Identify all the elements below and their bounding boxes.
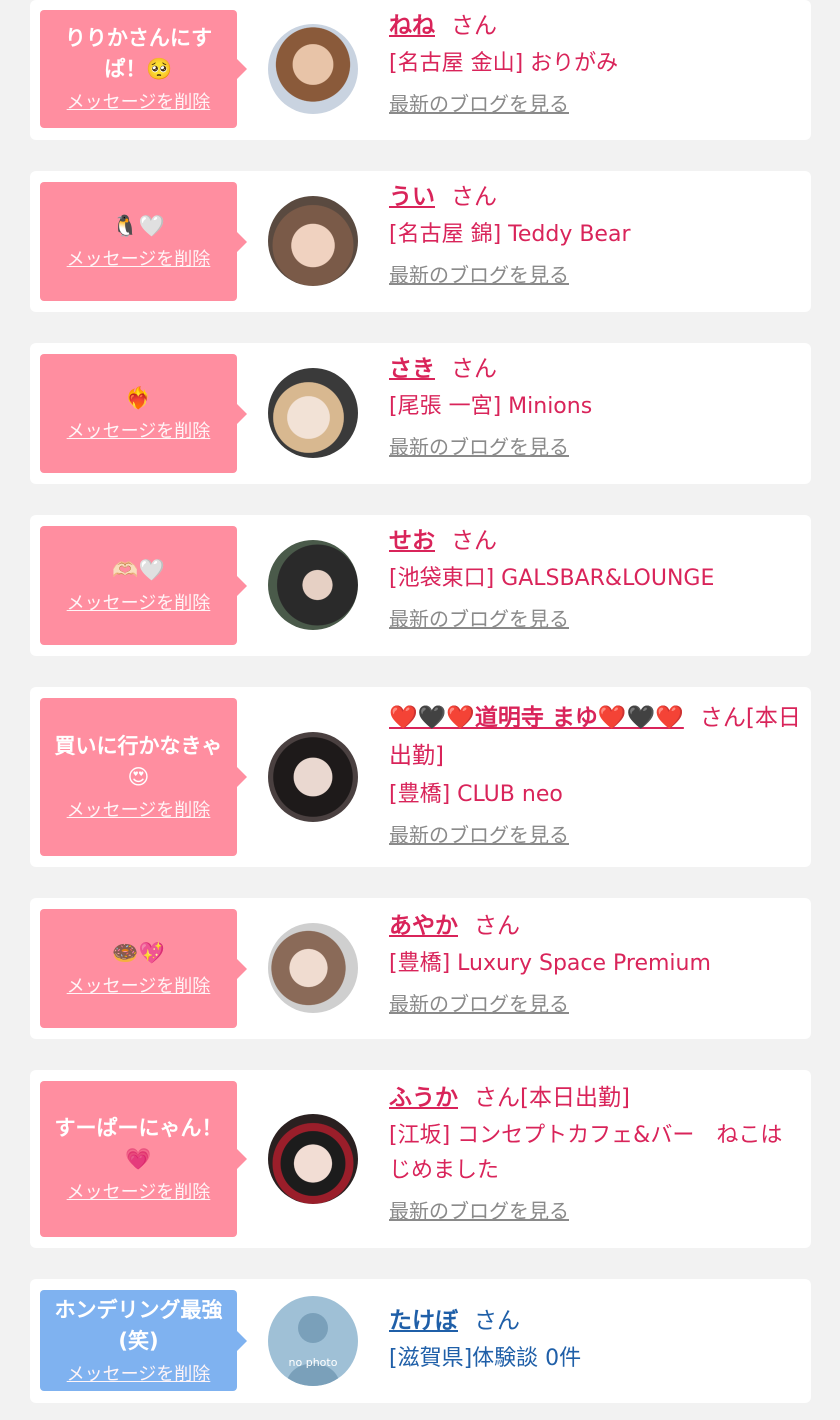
latest-blog-link[interactable]: 最新のブログを見る [389, 991, 801, 1017]
message-card: 🐧🤍 メッセージを削除 うい さん [名古屋 錦] Teddy Bear 最新のブ… [30, 171, 811, 312]
message-card: ホンデリング最強(笑) メッセージを削除 no photo たけぼ さん [滋賀県… [30, 1279, 811, 1403]
message-card: 🫶🏻🤍 メッセージを削除 せお さん [池袋東口] GALSBAR&LOUNGE … [30, 515, 811, 656]
cast-name-link[interactable]: あやか [389, 913, 458, 939]
delete-message-link[interactable]: メッセージを削除 [67, 91, 211, 115]
message-card: すーぱーにゃん！💗 メッセージを削除 ふうか さん[本日出勤] [江坂] コンセプ… [30, 1070, 811, 1248]
message-card: ❤️‍🔥 メッセージを削除 さき さん [尾張 一宮] Minions 最新のブロ… [30, 343, 811, 484]
shop-label: [豊橋] Luxury Space Premium [389, 951, 711, 976]
delete-message-link[interactable]: メッセージを削除 [67, 420, 211, 444]
cast-info: うい さん [名古屋 錦] Teddy Bear 最新のブログを見る [389, 179, 801, 288]
honorific: さん[本日出勤] [474, 1085, 630, 1111]
delete-message-link[interactable]: メッセージを削除 [67, 248, 211, 272]
message-text: 買いに行かなきゃ😍 [54, 734, 223, 789]
honorific: さん [451, 356, 497, 382]
delete-message-link[interactable]: メッセージを削除 [67, 799, 211, 823]
message-text: ❤️‍🔥 [125, 386, 152, 410]
latest-blog-link[interactable]: 最新のブログを見る [389, 91, 801, 117]
avatar[interactable] [268, 1114, 358, 1204]
latest-blog-link[interactable]: 最新のブログを見る [389, 434, 801, 460]
no-photo-label: no photo [289, 1356, 338, 1369]
avatar[interactable] [268, 368, 358, 458]
latest-blog-link[interactable]: 最新のブログを見る [389, 262, 801, 288]
cast-info: あやか さん [豊橋] Luxury Space Premium 最新のブログを見… [389, 908, 801, 1017]
cast-name-link[interactable]: ❤️🖤❤️道明寺 まゆ❤️🖤❤️ [389, 705, 684, 731]
cast-name-link[interactable]: たけぼ [389, 1308, 458, 1334]
honorific: さん [451, 13, 497, 39]
message-text: りりかさんにすぱ！🥺 [64, 26, 213, 81]
cast-info: せお さん [池袋東口] GALSBAR&LOUNGE 最新のブログを見る [389, 523, 801, 632]
message-bubble: 🍩💖 メッセージを削除 [40, 909, 247, 1028]
shop-label: [名古屋 金山] おりがみ [389, 51, 619, 76]
avatar[interactable] [268, 540, 358, 630]
cast-name-link[interactable]: さき [389, 356, 435, 382]
honorific: さん [451, 184, 497, 210]
avatar[interactable] [268, 923, 358, 1013]
avatar[interactable] [268, 196, 358, 286]
message-bubble: すーぱーにゃん！💗 メッセージを削除 [40, 1081, 247, 1237]
latest-blog-link[interactable]: 最新のブログを見る [389, 822, 801, 848]
honorific: さん [474, 1308, 520, 1334]
avatar[interactable]: no photo [268, 1296, 358, 1386]
shop-label: [池袋東口] GALSBAR&LOUNGE [389, 566, 715, 591]
cast-name-link[interactable]: ねね [389, 13, 435, 39]
avatar[interactable] [268, 24, 358, 114]
message-bubble: 買いに行かなきゃ😍 メッセージを削除 [40, 698, 247, 856]
message-bubble: 🫶🏻🤍 メッセージを削除 [40, 526, 247, 645]
cast-name-link[interactable]: せお [389, 528, 435, 554]
message-card: 🍩💖 メッセージを削除 あやか さん [豊橋] Luxury Space Prem… [30, 898, 811, 1039]
message-text: すーぱーにゃん！💗 [54, 1116, 223, 1171]
message-text: 🫶🏻🤍 [112, 558, 165, 582]
shop-label: [豊橋] CLUB neo [389, 782, 563, 807]
cast-name-link[interactable]: うい [389, 184, 435, 210]
cast-info: ❤️🖤❤️道明寺 まゆ❤️🖤❤️ さん[本日出勤] [豊橋] CLUB neo 最… [389, 699, 801, 848]
message-bubble: ❤️‍🔥 メッセージを削除 [40, 354, 247, 473]
delete-message-link[interactable]: メッセージを削除 [67, 592, 211, 616]
latest-blog-link[interactable]: 最新のブログを見る [389, 1198, 801, 1224]
shop-label: [滋賀県]体験談 0件 [389, 1346, 582, 1371]
cast-info: さき さん [尾張 一宮] Minions 最新のブログを見る [389, 351, 801, 460]
avatar[interactable] [268, 732, 358, 822]
message-text: ホンデリング最強(笑) [54, 1297, 223, 1353]
delete-message-link[interactable]: メッセージを削除 [67, 1363, 211, 1387]
cast-info: ねね さん [名古屋 金山] おりがみ 最新のブログを見る [389, 8, 801, 117]
cast-info: たけぼ さん [滋賀県]体験談 0件 [389, 1303, 801, 1376]
shop-label: [江坂] コンセプトカフェ&バー ねこはじめました [389, 1123, 783, 1183]
message-text: 🍩💖 [112, 941, 165, 965]
cast-name-link[interactable]: ふうか [389, 1085, 458, 1111]
no-photo-silhouette-icon: no photo [286, 1313, 340, 1386]
message-bubble: 🐧🤍 メッセージを削除 [40, 182, 247, 301]
delete-message-link[interactable]: メッセージを削除 [67, 1181, 211, 1205]
message-card: 買いに行かなきゃ😍 メッセージを削除 ❤️🖤❤️道明寺 まゆ❤️🖤❤️ さん[本日… [30, 687, 811, 867]
shop-label: [尾張 一宮] Minions [389, 394, 593, 419]
honorific: さん [451, 528, 497, 554]
latest-blog-link[interactable]: 最新のブログを見る [389, 606, 801, 632]
message-text: 🐧🤍 [112, 214, 165, 238]
message-bubble: りりかさんにすぱ！🥺 メッセージを削除 [40, 10, 247, 128]
honorific: さん [474, 913, 520, 939]
shop-label: [名古屋 錦] Teddy Bear [389, 222, 631, 247]
cast-info: ふうか さん[本日出勤] [江坂] コンセプトカフェ&バー ねこはじめました 最新… [389, 1080, 801, 1224]
delete-message-link[interactable]: メッセージを削除 [67, 975, 211, 999]
message-bubble: ホンデリング最強(笑) メッセージを削除 [40, 1290, 247, 1391]
message-card: りりかさんにすぱ！🥺 メッセージを削除 ねね さん [名古屋 金山] おりがみ 最… [30, 0, 811, 140]
